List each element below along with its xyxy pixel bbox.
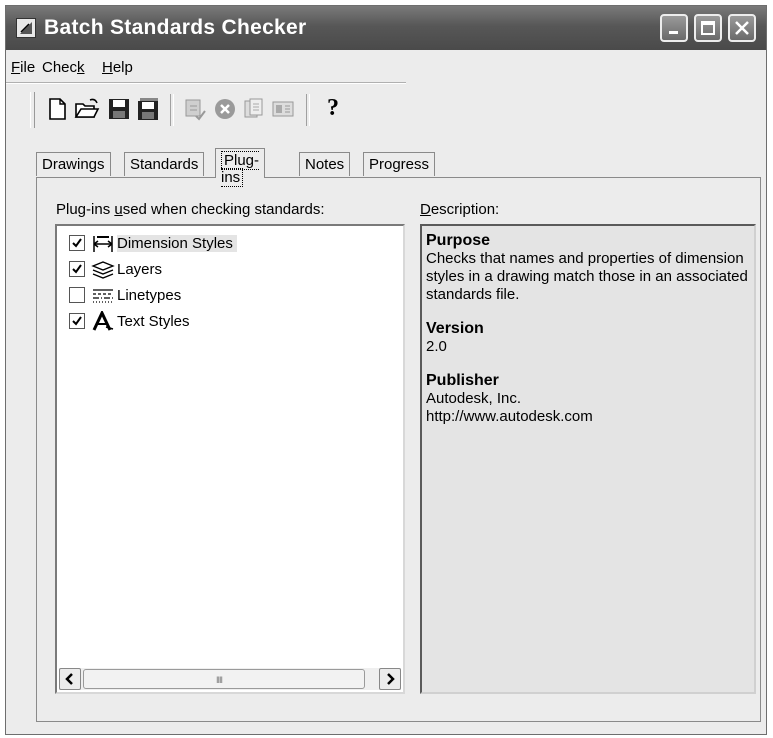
title-bar[interactable]: Batch Standards Checker [6,6,766,50]
tab-notes[interactable]: Notes [299,152,351,176]
open-icon[interactable] [74,96,100,122]
new-icon[interactable] [44,96,70,122]
tab-drawings[interactable]: Drawings [36,152,111,176]
publisher-name: Autodesk, Inc. [426,390,522,407]
scroll-left-button[interactable] [59,668,81,690]
scroll-right-button[interactable] [379,668,401,690]
description-box[interactable]: Purpose Checks that names and properties… [420,224,756,694]
save-icon[interactable] [106,96,132,122]
menu-bar: File Check Help [6,54,766,80]
options-icon[interactable] [270,96,296,122]
plugin-label-linetypes: Linetypes [117,287,182,304]
menu-separator [6,82,406,84]
batch-standards-checker-window: Batch Standards Checker File Check Help [5,5,767,735]
version-heading: Version [426,320,484,337]
toolbar: ? [30,88,390,132]
plugin-label-text-styles: Text Styles [117,313,190,330]
dimension-styles-icon [91,233,115,255]
scroll-thumb[interactable]: IIII [83,669,365,689]
tab-standards[interactable]: Standards [124,152,205,176]
version-value: 2.0 [426,338,447,355]
list-item[interactable]: Linetypes [69,284,389,308]
dimension-styles-checkbox[interactable] [69,235,85,251]
menu-file[interactable]: File [11,59,35,76]
menu-help[interactable]: Help [102,59,133,76]
description-label: Description: [420,201,500,218]
plugin-label-dimension-styles: Dimension Styles [117,235,237,252]
list-item[interactable]: Layers [69,258,389,282]
plug-ins-list-label: Plug-ins used when checking standards: [56,201,325,218]
list-item[interactable]: Text Styles [69,309,389,334]
copy-icon[interactable] [240,96,266,122]
check-icon[interactable] [182,96,208,122]
publisher-url: http://www.autodesk.com [426,408,593,425]
linetypes-icon [91,285,115,307]
minimize-button[interactable] [660,14,688,42]
linetypes-checkbox[interactable] [69,287,85,303]
list-item[interactable]: Dimension Styles [69,232,389,256]
plugin-label-layers: Layers [117,261,163,278]
maximize-button[interactable] [694,14,722,42]
help-icon[interactable]: ? [320,96,346,122]
tab-plug-ins[interactable]: Plug-ins [215,148,266,187]
close-button[interactable] [728,14,756,42]
tab-progress[interactable]: Progress [363,152,436,176]
stop-icon[interactable] [212,96,238,122]
layers-icon [91,259,115,281]
publisher-heading: Publisher [426,372,499,389]
scroll-grip: IIII [216,675,223,685]
save-as-icon[interactable] [136,96,162,122]
window-title: Batch Standards Checker [44,16,307,39]
toolbar-separator [170,94,174,126]
text-styles-checkbox[interactable] [69,313,85,329]
horizontal-scrollbar[interactable]: IIII [59,668,401,690]
menu-check[interactable]: Check [42,59,85,76]
text-styles-icon [91,309,115,333]
purpose-heading: Purpose [426,232,491,249]
toolbar-grip[interactable] [30,92,35,128]
app-icon [16,18,36,38]
layers-checkbox[interactable] [69,261,85,277]
purpose-text: Checks that names and properties of dime… [426,250,748,303]
toolbar-separator [306,94,310,126]
plug-ins-list[interactable]: Dimension Styles Layers Linetypes Text S… [55,224,405,694]
